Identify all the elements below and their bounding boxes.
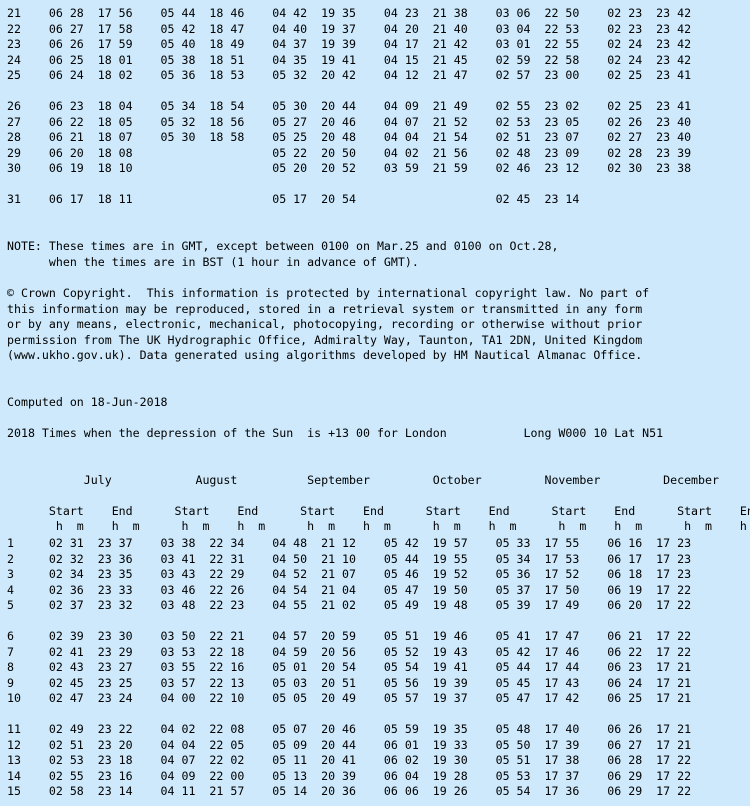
table2-row-10: 10 02 47 23 24 04 00 22 10 05 05 20 49 0… [7,691,692,705]
copyright-line: permission from The UK Hydrographic Offi… [7,333,643,347]
copyright-line: this information may be reproduced, stor… [7,302,643,316]
table1-row-29: 29 06 20 18 08 05 22 20 50 04 02 21 56 0… [7,145,692,160]
page: 21 06 28 17 56 05 44 18 46 04 42 19 35 0… [0,0,750,806]
start-end-header: Start End Start End Start End Start End … [7,504,750,518]
table1-row-25: 25 06 24 18 02 05 36 18 53 05 32 20 42 0… [7,68,692,82]
table2-row-12: 12 02 51 23 20 04 04 22 05 05 09 20 44 0… [7,737,692,752]
table2-row-6: 6 02 39 23 30 03 50 22 21 04 57 20 59 05… [7,629,692,643]
table1-row-24: 24 06 25 18 01 05 38 18 51 04 35 19 41 0… [7,52,692,67]
table2-row-5: 5 02 37 23 32 03 48 22 23 04 55 21 02 05… [7,598,692,612]
table1-row-23: 23 06 26 17 59 05 40 18 49 04 37 19 39 0… [7,37,692,51]
copyright-line: (www.ukho.gov.uk). Data generated using … [7,348,643,362]
table2-row-7: 7 02 41 23 29 03 53 22 18 04 59 20 56 05… [7,644,692,659]
note-line-2: when the times are in BST (1 hour in adv… [7,255,419,269]
note-line-1: NOTE: These times are in GMT, except bet… [7,239,559,253]
table1-row-26: 26 06 23 18 04 05 34 18 54 05 30 20 44 0… [7,99,692,113]
table2-row-14: 14 02 55 23 16 04 09 22 00 05 13 20 39 0… [7,768,692,783]
hm-header: h m h m h m h m h m h m h m h m h m h m … [7,519,750,533]
table1-row-28: 28 06 21 18 07 05 30 18 58 05 25 20 48 0… [7,130,692,144]
table1-row-30: 30 06 19 18 10 05 20 20 52 03 59 21 59 0… [7,161,692,175]
computed-date: Computed on 18-Jun-2018 [7,395,168,409]
report-title: 2018 Times when the depression of the Su… [7,426,664,440]
table2-row-2: 2 02 32 23 36 03 41 22 31 04 50 21 10 05… [7,551,692,566]
month-header: July August September October November D… [7,473,719,487]
table1-row-22: 22 06 27 17 58 05 42 18 47 04 40 19 37 0… [7,21,692,36]
table2-row-13: 13 02 53 23 18 04 07 22 02 05 11 20 41 0… [7,753,692,767]
table2-row-3: 3 02 34 23 35 03 43 22 29 04 52 21 07 05… [7,567,692,581]
table1-row-27: 27 06 22 18 05 05 32 18 56 05 27 20 46 0… [7,114,692,129]
table2-row-11: 11 02 49 23 22 04 02 22 08 05 07 20 46 0… [7,722,692,736]
table1-row-21: 21 06 28 17 56 05 44 18 46 04 42 19 35 0… [7,6,692,20]
table2-row-9: 9 02 45 23 25 03 57 22 13 05 03 20 51 05… [7,675,692,690]
copyright-line: © Crown Copyright. This information is p… [7,286,650,300]
table2-row-4: 4 02 36 23 33 03 46 22 26 04 54 21 04 05… [7,582,692,597]
table2-row-8: 8 02 43 23 27 03 55 22 16 05 01 20 54 05… [7,660,692,674]
table1-row-31: 31 06 17 18 11 05 17 20 54 02 45 23 14 [7,192,580,206]
table2-row-1: 1 02 31 23 37 03 38 22 34 04 48 21 12 05… [7,536,692,550]
copyright-line: or by any means, electronic, mechanical,… [7,317,643,331]
table2-row-15: 15 02 58 23 14 04 11 21 57 05 14 20 36 0… [7,784,692,798]
